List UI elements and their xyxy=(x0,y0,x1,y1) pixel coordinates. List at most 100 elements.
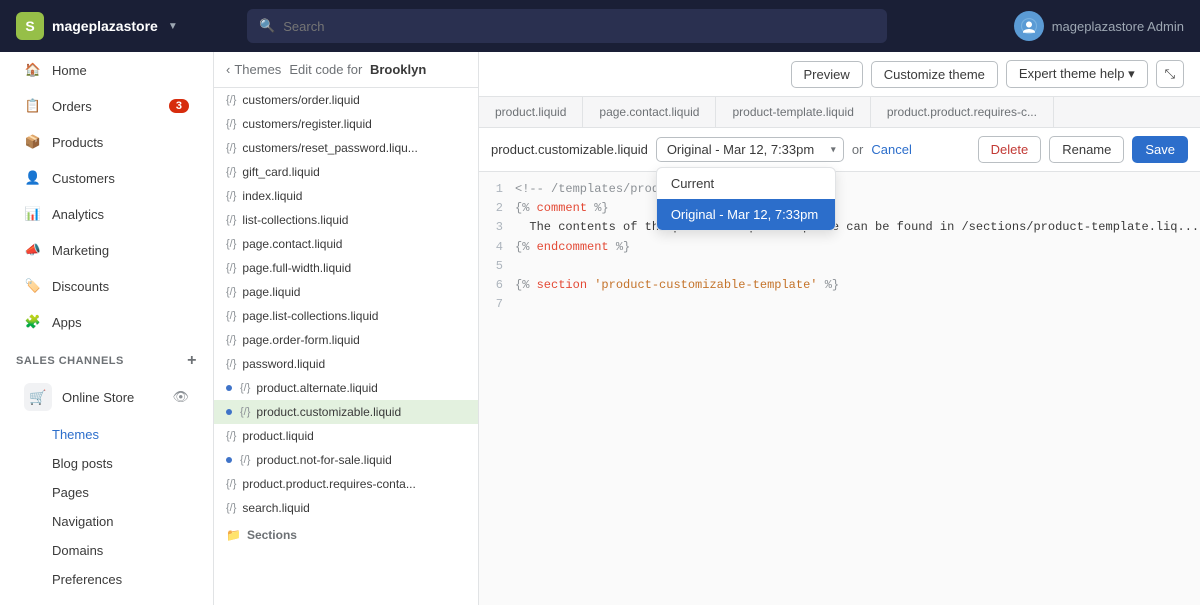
version-select[interactable]: Current Original - Mar 12, 7:33pm xyxy=(656,137,844,162)
file-item-product-liquid[interactable]: {/} product.liquid xyxy=(214,424,478,448)
sidebar-sub-themes[interactable]: Themes xyxy=(8,421,205,448)
discounts-icon: 🏷️ xyxy=(24,277,42,295)
sidebar-label-customers: Customers xyxy=(52,171,115,186)
file-tree-header: ‹ Themes Edit code for Brooklyn xyxy=(214,52,478,88)
file-tag-icon: {/} xyxy=(226,430,236,442)
sidebar-item-analytics[interactable]: 📊 Analytics xyxy=(8,197,205,231)
sidebar-item-apps[interactable]: 🧩 Apps xyxy=(8,305,205,339)
file-tag-icon: {/} xyxy=(226,190,236,202)
file-item-password[interactable]: {/} password.liquid xyxy=(214,352,478,376)
file-tag-icon: {/} xyxy=(226,358,236,370)
sales-channels-section: SALES CHANNELS + xyxy=(0,340,213,374)
modified-dot-icon xyxy=(226,457,232,463)
back-label: Themes xyxy=(234,62,281,77)
sidebar-label-products: Products xyxy=(52,135,103,150)
marketing-icon: 📣 xyxy=(24,241,42,259)
file-item-customers-register[interactable]: {/} customers/register.liquid xyxy=(214,112,478,136)
sidebar-item-marketing[interactable]: 📣 Marketing xyxy=(8,233,205,267)
store-name: mageplazastore xyxy=(52,18,158,34)
edit-code-label: Edit code for Brooklyn xyxy=(289,62,426,77)
dropdown-option-current[interactable]: Current xyxy=(657,168,835,199)
file-tag-icon: {/} xyxy=(226,262,236,274)
file-tag-icon: {/} xyxy=(226,310,236,322)
top-actions-bar: Preview Customize theme Expert theme hel… xyxy=(479,52,1200,97)
expand-button[interactable]: ⤡ xyxy=(1156,60,1184,88)
tab-product-requires[interactable]: product.product.requires-c... xyxy=(871,97,1054,127)
tab-product-liquid[interactable]: product.liquid xyxy=(479,97,583,127)
dropdown-option-original[interactable]: Original - Mar 12, 7:33pm xyxy=(657,199,835,230)
or-text: or xyxy=(852,142,864,157)
sidebar-item-discounts[interactable]: 🏷️ Discounts xyxy=(8,269,205,303)
sidebar-sub-pages[interactable]: Pages xyxy=(8,479,205,506)
file-item-index[interactable]: {/} index.liquid xyxy=(214,184,478,208)
file-item-page-list-collections[interactable]: {/} page.list-collections.liquid xyxy=(214,304,478,328)
code-line-1: 1 <!-- /templates/prod... xyxy=(479,180,1200,199)
file-item-page-contact[interactable]: {/} page.contact.liquid xyxy=(214,232,478,256)
file-item-product-requires-contact[interactable]: {/} product.product.requires-conta... xyxy=(214,472,478,496)
chevron-down-icon: ▾ xyxy=(1128,66,1135,81)
sidebar-sub-preferences[interactable]: Preferences xyxy=(8,566,205,593)
admin-label: mageplazastore Admin xyxy=(1052,19,1184,34)
shopify-icon: S xyxy=(16,12,44,40)
editor-tabs: product.liquid page.contact.liquid produ… xyxy=(479,97,1200,128)
tab-product-template[interactable]: product-template.liquid xyxy=(716,97,870,127)
modified-dot-icon xyxy=(226,385,232,391)
file-name-label: product.customizable.liquid xyxy=(491,142,648,157)
file-tag-icon: {/} xyxy=(240,382,250,394)
sidebar-item-customers[interactable]: 👤 Customers xyxy=(8,161,205,195)
file-tag-icon: {/} xyxy=(226,286,236,298)
file-item-product-alternate[interactable]: {/} product.alternate.liquid xyxy=(214,376,478,400)
top-nav-right: mageplazastore Admin xyxy=(1014,11,1184,41)
cancel-link[interactable]: Cancel xyxy=(871,142,911,157)
file-item-customers-order[interactable]: {/} customers/order.liquid xyxy=(214,88,478,112)
store-logo[interactable]: S mageplazastore ▼ xyxy=(16,12,178,40)
file-item-customers-reset[interactable]: {/} customers/reset_password.liqu... xyxy=(214,136,478,160)
version-select-wrap[interactable]: Current Original - Mar 12, 7:33pm ▾ Curr… xyxy=(656,137,844,162)
sidebar-sub-domains[interactable]: Domains xyxy=(8,537,205,564)
file-item-product-not-for-sale[interactable]: {/} product.not-for-sale.liquid xyxy=(214,448,478,472)
delete-button[interactable]: Delete xyxy=(978,136,1042,163)
expand-icon: ⤡ xyxy=(1165,66,1175,81)
sidebar-item-online-store[interactable]: 🛒 Online Store 👁 xyxy=(8,375,205,419)
sales-channels-label: SALES CHANNELS xyxy=(16,355,124,367)
main-layout: 🏠 Home 📋 Orders 3 📦 Products 👤 Customers… xyxy=(0,52,1200,605)
file-item-page-order-form[interactable]: {/} page.order-form.liquid xyxy=(214,328,478,352)
file-tree-panel: ‹ Themes Edit code for Brooklyn {/} cust… xyxy=(214,52,479,605)
search-bar[interactable]: 🔍 xyxy=(247,9,887,43)
rename-button[interactable]: Rename xyxy=(1049,136,1124,163)
file-tree-scroll[interactable]: {/} customers/order.liquid {/} customers… xyxy=(214,88,478,605)
expert-help-button[interactable]: Expert theme help ▾ xyxy=(1006,60,1148,88)
customize-theme-button[interactable]: Customize theme xyxy=(871,61,998,88)
file-item-page[interactable]: {/} page.liquid xyxy=(214,280,478,304)
preview-button[interactable]: Preview xyxy=(791,61,863,88)
add-channel-icon[interactable]: + xyxy=(187,352,197,370)
file-tag-icon: {/} xyxy=(240,454,250,466)
sidebar-sub-blog-posts[interactable]: Blog posts xyxy=(8,450,205,477)
code-line-6: 6 {% section 'product-customizable-templ… xyxy=(479,276,1200,295)
chevron-down-icon: ▼ xyxy=(168,21,178,32)
file-item-page-full-width[interactable]: {/} page.full-width.liquid xyxy=(214,256,478,280)
sidebar-item-products[interactable]: 📦 Products xyxy=(8,125,205,159)
modified-dot-icon xyxy=(226,409,232,415)
version-dropdown[interactable]: Current Original - Mar 12, 7:33pm xyxy=(656,167,836,231)
sidebar-label-orders: Orders xyxy=(52,99,92,114)
file-item-search[interactable]: {/} search.liquid xyxy=(214,496,478,520)
sidebar-sub-navigation[interactable]: Navigation xyxy=(8,508,205,535)
file-item-list-collections[interactable]: {/} list-collections.liquid xyxy=(214,208,478,232)
sidebar-item-home[interactable]: 🏠 Home xyxy=(8,53,205,87)
file-item-gift-card[interactable]: {/} gift_card.liquid xyxy=(214,160,478,184)
code-area[interactable]: 1 <!-- /templates/prod... 2 {% comment %… xyxy=(479,172,1200,605)
file-tag-icon: {/} xyxy=(226,118,236,130)
sidebar-item-orders[interactable]: 📋 Orders 3 xyxy=(8,89,205,123)
save-button[interactable]: Save xyxy=(1132,136,1188,163)
file-tag-icon: {/} xyxy=(240,406,250,418)
eye-icon[interactable]: 👁 xyxy=(172,389,189,405)
sections-label: Sections xyxy=(247,528,297,542)
channel-name-online-store: Online Store xyxy=(62,390,134,405)
top-bar-actions: Preview Customize theme Expert theme hel… xyxy=(791,60,1184,88)
file-item-product-customizable[interactable]: {/} product.customizable.liquid xyxy=(214,400,478,424)
back-button[interactable]: ‹ Themes xyxy=(226,62,281,77)
search-input[interactable] xyxy=(283,19,875,34)
tab-page-contact[interactable]: page.contact.liquid xyxy=(583,97,716,127)
sections-header[interactable]: 📁 Sections xyxy=(214,520,478,546)
